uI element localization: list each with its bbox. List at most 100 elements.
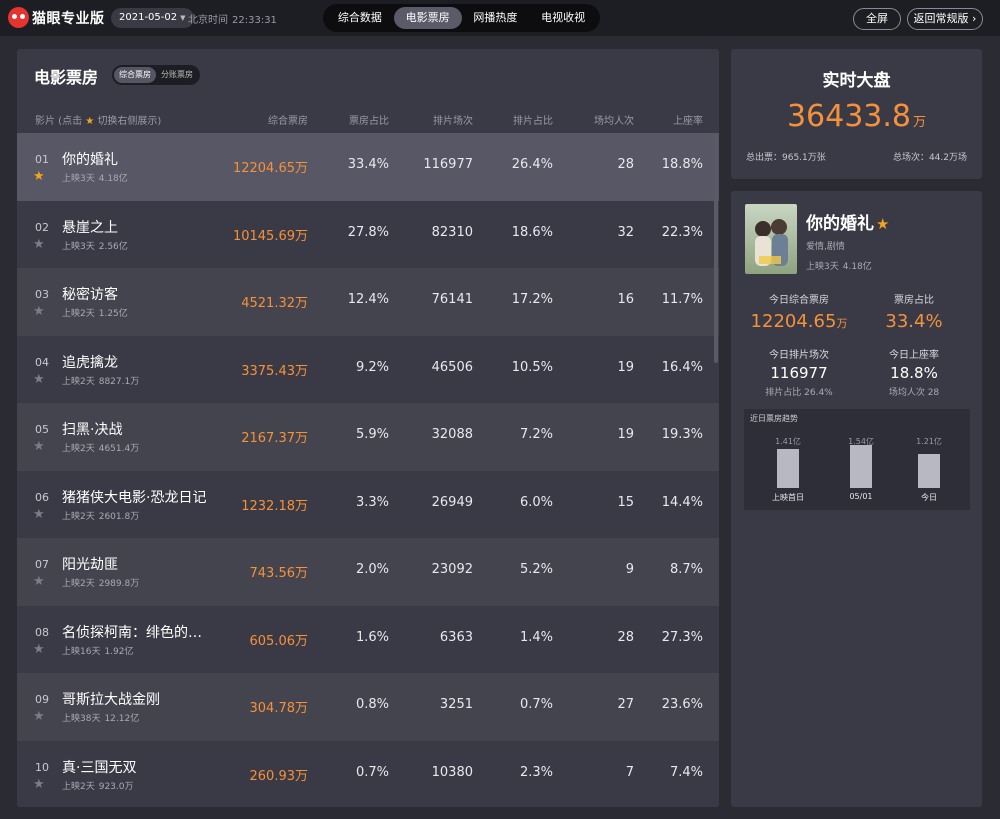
header-show-share[interactable]: 排片占比 xyxy=(513,112,553,127)
row-total: 2601.8万 xyxy=(98,511,140,522)
row-total: 2.56亿 xyxy=(98,241,128,252)
row-days: 上映16天 xyxy=(62,646,101,657)
header-film-prefix: 影片 (点击 xyxy=(35,116,83,127)
row-days: 上映3天 xyxy=(62,241,95,252)
trend-bar-value: 1.21亿 xyxy=(916,437,942,446)
table-row[interactable]: 07 ★ 阳光劫匪 上映2天 2989.8万 743.56万 2.0% 23092 5.2% 9 8… xyxy=(17,538,719,606)
table-scrollbar[interactable] xyxy=(714,133,718,363)
stat-unit: 万 xyxy=(836,317,848,330)
row-shows: 46506 xyxy=(431,359,473,375)
row-show-share: 7.2% xyxy=(519,427,553,442)
header-shows[interactable]: 排片场次 xyxy=(433,112,473,127)
row-share: 0.7% xyxy=(355,764,389,780)
row-meta: 上映2天 923.0万 xyxy=(62,779,134,792)
trend-bar[interactable] xyxy=(918,454,940,488)
star-icon[interactable]: ★ xyxy=(33,777,45,792)
movie-poster[interactable] xyxy=(745,204,797,274)
star-icon[interactable]: ★ xyxy=(33,574,45,589)
row-avg-viewers: 19 xyxy=(617,359,634,375)
row-total: 1.92亿 xyxy=(104,646,134,657)
table-row[interactable]: 03 ★ 秘密访客 上映2天 1.25亿 4521.32万 12.4% 76141 17.2% 1… xyxy=(17,268,719,336)
table-row[interactable]: 10 ★ 真·三国无双 上映2天 923.0万 260.93万 0.7% 10380 2.3% 7… xyxy=(17,740,719,807)
trend-bar-value: 1.41亿 xyxy=(775,437,801,446)
stat-today-boxoffice: 今日综合票房 12204.65万 xyxy=(744,291,854,332)
stat-value: 33.4% xyxy=(885,311,943,332)
realtime-title: 实时大盘 xyxy=(822,71,891,91)
stat-number: 12204.65 xyxy=(750,311,837,332)
row-boxoffice: 605.06万 xyxy=(249,633,309,649)
tab-web-heat[interactable]: 网播热度 xyxy=(462,7,530,29)
table-row[interactable]: 08 ★ 名侦探柯南：绯色的… 上映16天 1.92亿 605.06万 1.6% 6363 1.… xyxy=(17,605,719,673)
stat-label: 票房占比 xyxy=(894,295,934,306)
tab-overview[interactable]: 综合数据 xyxy=(326,7,394,29)
stat-value: 12204.65万 xyxy=(744,311,854,332)
row-shows: 116977 xyxy=(423,157,473,172)
clock-time: 22:33:31 xyxy=(232,15,277,26)
row-share: 27.8% xyxy=(347,224,389,240)
subtab-total-boxoffice[interactable]: 综合票房 xyxy=(114,67,156,83)
trend-bar[interactable] xyxy=(850,445,872,488)
row-rank: 05 xyxy=(35,423,49,436)
tab-movie-boxoffice[interactable]: 电影票房 xyxy=(393,7,462,29)
table-row[interactable]: 05 ★ 扫黑·决战 上映2天 4651.4万 2167.37万 5.9% 32088 7.2%… xyxy=(17,403,719,471)
detail-genre: 爱情,剧情 xyxy=(806,242,845,252)
trend-bar-group: 1.21亿今日 xyxy=(909,409,949,510)
row-movie-title: 秘密访客 xyxy=(62,287,118,303)
subtab-split-boxoffice[interactable]: 分账票房 xyxy=(156,67,198,83)
star-icon[interactable]: ★ xyxy=(33,237,45,252)
star-icon[interactable]: ★ xyxy=(33,439,45,454)
header-share[interactable]: 票房占比 xyxy=(349,112,389,127)
row-meta: 上映3天 2.56亿 xyxy=(62,239,128,252)
row-boxoffice: 304.78万 xyxy=(249,701,309,716)
star-icon[interactable]: ★ xyxy=(33,372,45,387)
row-movie-title: 追虎擒龙 xyxy=(62,354,118,371)
trend-bar-label: 今日 xyxy=(921,493,937,502)
fullscreen-button[interactable]: 全屏 xyxy=(853,8,901,30)
star-icon[interactable]: ★ xyxy=(876,215,889,233)
table-row[interactable]: 09 ★ 哥斯拉大战金刚 上映38天 12.12亿 304.78万 0.8% 3251 0.7%… xyxy=(17,673,719,741)
row-total: 1.25亿 xyxy=(98,309,128,319)
table-row[interactable]: 04 ★ 追虎擒龙 上映2天 8827.1万 3375.43万 9.2% 46506 10.5%… xyxy=(17,335,719,403)
row-shows: 76141 xyxy=(431,292,473,307)
row-movie-title: 你的婚礼 xyxy=(62,152,118,168)
tab-tv-ratings[interactable]: 电视收视 xyxy=(529,7,597,29)
row-shows: 3251 xyxy=(439,697,473,712)
row-boxoffice: 3375.43万 xyxy=(241,363,308,379)
row-show-share: 10.5% xyxy=(511,359,553,375)
realtime-unit: 万 xyxy=(913,115,927,130)
row-movie-title: 扫黑·决战 xyxy=(62,422,123,438)
header-seat-rate[interactable]: 上座率 xyxy=(673,112,703,127)
date-select[interactable]: 2021-05-02 ▼ xyxy=(111,8,194,28)
star-icon[interactable]: ★ xyxy=(33,169,45,184)
row-rank: 02 xyxy=(35,220,49,234)
row-seat-rate: 8.7% xyxy=(669,562,703,577)
stat-value: 116977 xyxy=(770,364,828,382)
star-icon[interactable]: ★ xyxy=(33,709,45,724)
row-total: 8827.1万 xyxy=(98,376,140,387)
row-boxoffice: 10145.69万 xyxy=(232,228,308,244)
table-row[interactable]: 06 ★ 猪猪侠大电影·恐龙日记 上映2天 2601.8万 1232.18万 3.3% 269… xyxy=(17,470,719,538)
stat-label: 今日排片场次 xyxy=(769,350,829,361)
table-row[interactable]: 02 ★ 悬崖之上 上映3天 2.56亿 10145.69万 27.8% 82310 18.6%… xyxy=(17,200,719,268)
table-row[interactable]: 01 ★ 你的婚礼 上映3天 4.18亿 12204.65万 33.4% 116977 26.4… xyxy=(17,133,719,201)
header-avg-viewers[interactable]: 场均人次 xyxy=(594,112,634,127)
star-icon[interactable]: ★ xyxy=(33,304,45,319)
row-meta: 上映2天 8827.1万 xyxy=(62,374,139,387)
realtime-number: 36433.8 xyxy=(786,99,912,134)
row-boxoffice: 260.93万 xyxy=(249,768,309,784)
row-shows: 10380 xyxy=(431,764,473,780)
star-icon[interactable]: ★ xyxy=(33,642,45,657)
trend-bar[interactable] xyxy=(777,449,799,488)
header-boxoffice[interactable]: 综合票房 xyxy=(268,112,308,127)
table-header: 影片 (点击 ★ 切换右侧展示) 综合票房 票房占比 排片场次 排片占比 场均人… xyxy=(17,105,719,133)
back-to-standard-button[interactable]: 返回常规版 › xyxy=(907,8,983,30)
star-icon[interactable]: ★ xyxy=(33,507,45,522)
row-boxoffice: 743.56万 xyxy=(249,566,309,581)
trend-bar-group: 1.41亿 上映首日 xyxy=(768,409,808,510)
realtime-panel: 实时大盘 36433.8 万 总出票：965.1万张 总场次：44.2万场 xyxy=(731,49,982,179)
row-movie-title: 哥斯拉大战金刚 xyxy=(62,692,160,708)
row-share: 12.4% xyxy=(347,292,389,307)
date-value: 2021-05-02 xyxy=(119,12,178,23)
detail-total: 4.18亿 xyxy=(842,262,872,272)
row-share: 5.9% xyxy=(355,427,389,442)
